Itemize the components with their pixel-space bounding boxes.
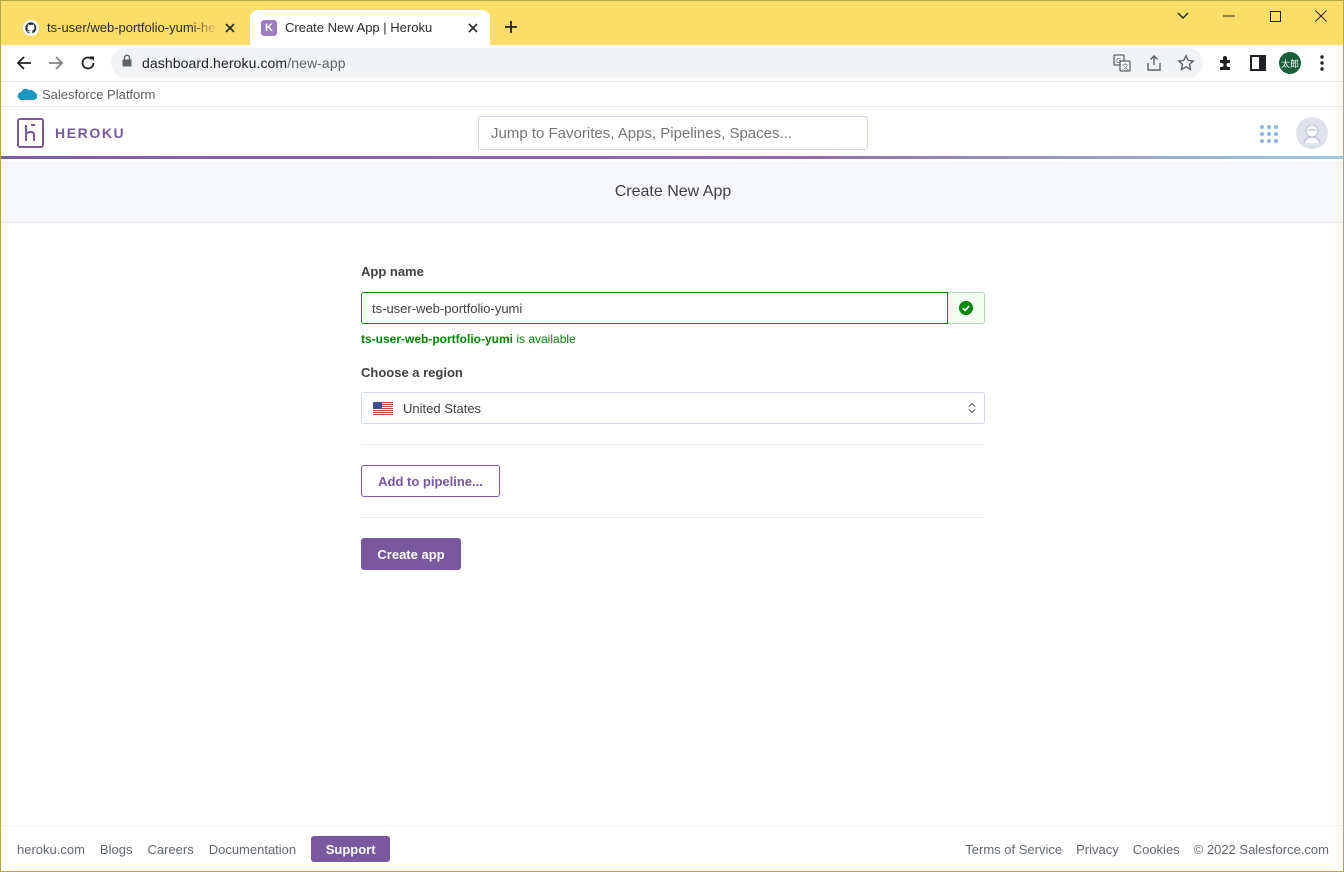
close-tab-icon[interactable] bbox=[217, 15, 243, 41]
app-name-group bbox=[361, 292, 985, 324]
github-icon bbox=[23, 19, 39, 36]
tab-strip: ts-user/web-portfolio-yumi-heroku K Crea… bbox=[1, 1, 1343, 45]
app-name-input[interactable] bbox=[361, 292, 948, 324]
region-value: United States bbox=[403, 400, 482, 416]
svg-text:文: 文 bbox=[1122, 62, 1129, 71]
divider bbox=[361, 517, 985, 518]
salesforce-platform-label[interactable]: Salesforce Platform bbox=[42, 87, 155, 102]
footer-link-cookies[interactable]: Cookies bbox=[1133, 842, 1180, 857]
header-accent-bar bbox=[1, 156, 1343, 159]
reload-button[interactable] bbox=[72, 47, 104, 79]
browser-toolbar: dashboard.heroku.com/new-app G文 太郎 bbox=[1, 45, 1343, 81]
footer-link-heroku[interactable]: heroku.com bbox=[17, 842, 85, 857]
minimize-button[interactable] bbox=[1206, 1, 1252, 31]
url-text: dashboard.heroku.com/new-app bbox=[142, 55, 346, 71]
new-tab-button[interactable] bbox=[498, 14, 524, 40]
extensions-icon[interactable] bbox=[1214, 51, 1238, 75]
page-title-bar: Create New App bbox=[1, 161, 1343, 223]
footer-link-privacy[interactable]: Privacy bbox=[1076, 842, 1119, 857]
footer-link-careers[interactable]: Careers bbox=[147, 842, 193, 857]
salesforce-platform-bar: Salesforce Platform bbox=[1, 81, 1343, 107]
region-select[interactable]: United States bbox=[361, 392, 985, 424]
tab-heroku[interactable]: K Create New App | Heroku bbox=[250, 10, 490, 45]
tab-title: ts-user/web-portfolio-yumi-heroku bbox=[47, 20, 217, 35]
lock-icon[interactable] bbox=[122, 54, 132, 72]
apps-grid-icon[interactable] bbox=[1259, 124, 1279, 144]
availability-suffix: is available bbox=[513, 332, 576, 346]
share-icon[interactable] bbox=[1144, 53, 1164, 73]
tab-title: Create New App | Heroku bbox=[285, 20, 433, 35]
divider bbox=[361, 444, 985, 445]
footer: heroku.com Blogs Careers Documentation S… bbox=[1, 825, 1343, 871]
profile-avatar[interactable]: 太郎 bbox=[1278, 51, 1302, 75]
footer-copyright: © 2022 Salesforce.com bbox=[1193, 841, 1329, 857]
heroku-logo-icon bbox=[17, 118, 44, 148]
create-app-button[interactable]: Create app bbox=[361, 538, 461, 570]
user-avatar-icon bbox=[1303, 124, 1321, 144]
heroku-header: HEROKU bbox=[1, 107, 1343, 159]
bookmark-star-icon[interactable] bbox=[1176, 53, 1196, 73]
footer-right-links: Terms of Service Privacy Cookies © 2022 … bbox=[951, 836, 1329, 862]
jump-search-input[interactable] bbox=[478, 116, 868, 150]
forward-button[interactable] bbox=[40, 47, 72, 79]
page-title: Create New App bbox=[614, 182, 732, 200]
tab-search-icon[interactable] bbox=[1160, 1, 1206, 31]
heroku-icon: K bbox=[261, 19, 277, 36]
close-tab-icon[interactable] bbox=[460, 15, 486, 41]
side-panel-icon[interactable] bbox=[1246, 51, 1270, 75]
region-label: Choose a region bbox=[361, 365, 463, 380]
svg-text:G: G bbox=[1116, 57, 1121, 65]
footer-left-links: heroku.com Blogs Careers Documentation S… bbox=[17, 836, 405, 862]
address-bar[interactable]: dashboard.heroku.com/new-app bbox=[111, 48, 1203, 78]
footer-link-documentation[interactable]: Documentation bbox=[209, 842, 296, 857]
heroku-logo[interactable]: HEROKU bbox=[17, 118, 125, 148]
footer-link-terms[interactable]: Terms of Service bbox=[965, 842, 1062, 857]
browser-menu-icon[interactable] bbox=[1310, 51, 1334, 75]
add-to-pipeline-button[interactable]: Add to pipeline... bbox=[361, 465, 500, 497]
select-chevron-icon bbox=[968, 402, 976, 414]
support-button[interactable]: Support bbox=[311, 836, 391, 862]
profile-initials: 太郎 bbox=[1279, 52, 1301, 74]
back-button[interactable] bbox=[8, 47, 40, 79]
salesforce-cloud-icon bbox=[17, 88, 37, 101]
user-avatar[interactable] bbox=[1296, 117, 1328, 149]
available-check-icon bbox=[948, 292, 985, 324]
availability-app-name: ts-user-web-portfolio-yumi bbox=[361, 332, 513, 346]
url-path: /new-app bbox=[287, 55, 346, 71]
app-name-label: App name bbox=[361, 264, 424, 279]
heroku-wordmark: HEROKU bbox=[55, 125, 126, 141]
availability-message: ts-user-web-portfolio-yumi is available bbox=[361, 332, 576, 346]
translate-icon[interactable]: G文 bbox=[1112, 53, 1132, 73]
maximize-button[interactable] bbox=[1252, 1, 1298, 31]
browser-window: ts-user/web-portfolio-yumi-heroku K Crea… bbox=[0, 0, 1344, 872]
url-host: dashboard.heroku.com bbox=[142, 55, 288, 71]
footer-link-blogs[interactable]: Blogs bbox=[100, 842, 133, 857]
close-window-button[interactable] bbox=[1298, 1, 1343, 31]
us-flag-icon bbox=[373, 401, 393, 415]
tab-github[interactable]: ts-user/web-portfolio-yumi-heroku bbox=[11, 10, 247, 45]
